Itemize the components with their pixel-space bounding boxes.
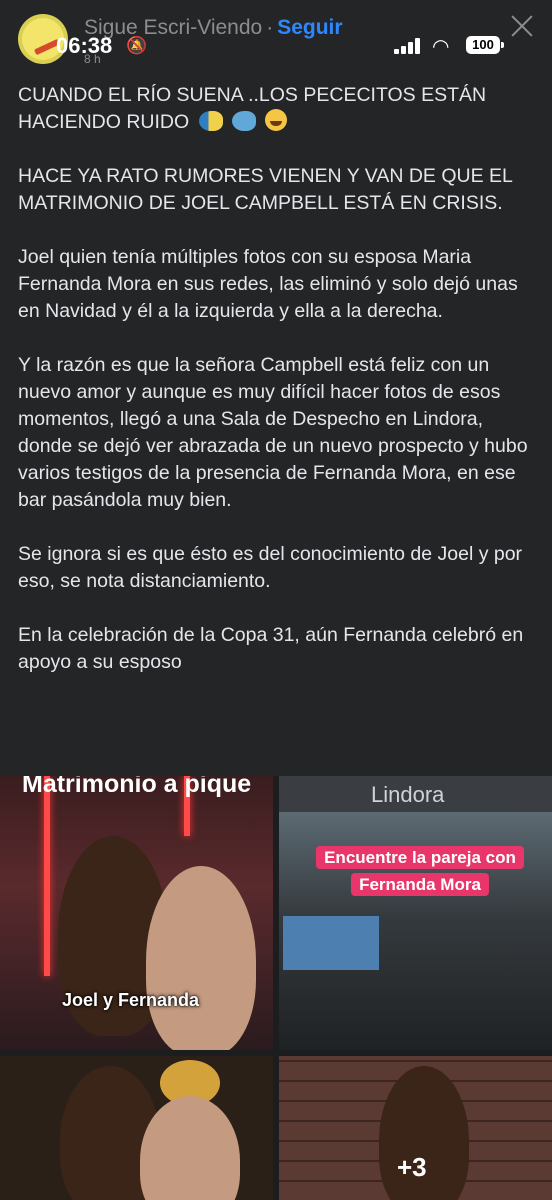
photo-more[interactable]: +3	[279, 1056, 552, 1200]
battery-indicator: 100	[466, 36, 504, 54]
photo-grid: Matrimonio a pique Joel y Fernanda Lindo…	[0, 776, 552, 1200]
post-header: Sigue Escri-Viendo · Seguir 06:38 🔕 8 h ◠ …	[0, 0, 552, 72]
post-body: CUANDO EL RÍO SUENA ..LOS PECECITOS ESTÁ…	[18, 82, 540, 703]
separator: ·	[266, 16, 274, 39]
post-paragraph: Se ignora si es que ésto es del conocimi…	[18, 543, 523, 592]
cellular-signal-icon	[394, 38, 424, 54]
post-paragraph: Joel quien tenía múltiples fotos con su …	[18, 246, 518, 322]
photo-caption: Joel y Fernanda	[62, 990, 200, 1010]
grinning-face-icon	[265, 109, 288, 131]
tv-screen	[283, 916, 379, 970]
photo-caption: Encuentre la pareja con Fernanda Mora	[301, 844, 539, 900]
photo-bar[interactable]: Lindora Encuentre la pareja con Fernanda…	[279, 776, 552, 1050]
mute-bell-icon: 🔕	[126, 36, 148, 55]
tropical-fish-icon	[198, 111, 223, 131]
post-paragraph: HACE YA RATO RUMORES VIENEN Y VAN DE QUE…	[18, 165, 513, 214]
photo-couple[interactable]: Matrimonio a pique Joel y Fernanda	[0, 776, 273, 1050]
more-photos-count: +3	[397, 1152, 427, 1182]
photo-title: Matrimonio a pique	[22, 776, 252, 798]
page-name-row: Sigue Escri-Viendo · Seguir	[84, 16, 343, 40]
post-paragraph: Y la razón es que la señora Campbell est…	[18, 354, 528, 511]
follow-button[interactable]: Seguir	[277, 16, 342, 39]
fish-icon	[232, 111, 257, 131]
wifi-icon: ◠	[432, 36, 450, 58]
close-icon[interactable]	[508, 12, 536, 40]
photo-couple-celebration[interactable]	[0, 1056, 273, 1200]
post-paragraph: En la celebración de la Copa 31, aún Fer…	[18, 624, 524, 673]
post-time: 8 h	[84, 52, 101, 66]
person-silhouette	[146, 866, 256, 1050]
photo-title: Lindora	[371, 782, 445, 807]
post-paragraph: CUANDO EL RÍO SUENA ..LOS PECECITOS ESTÁ…	[18, 84, 487, 133]
